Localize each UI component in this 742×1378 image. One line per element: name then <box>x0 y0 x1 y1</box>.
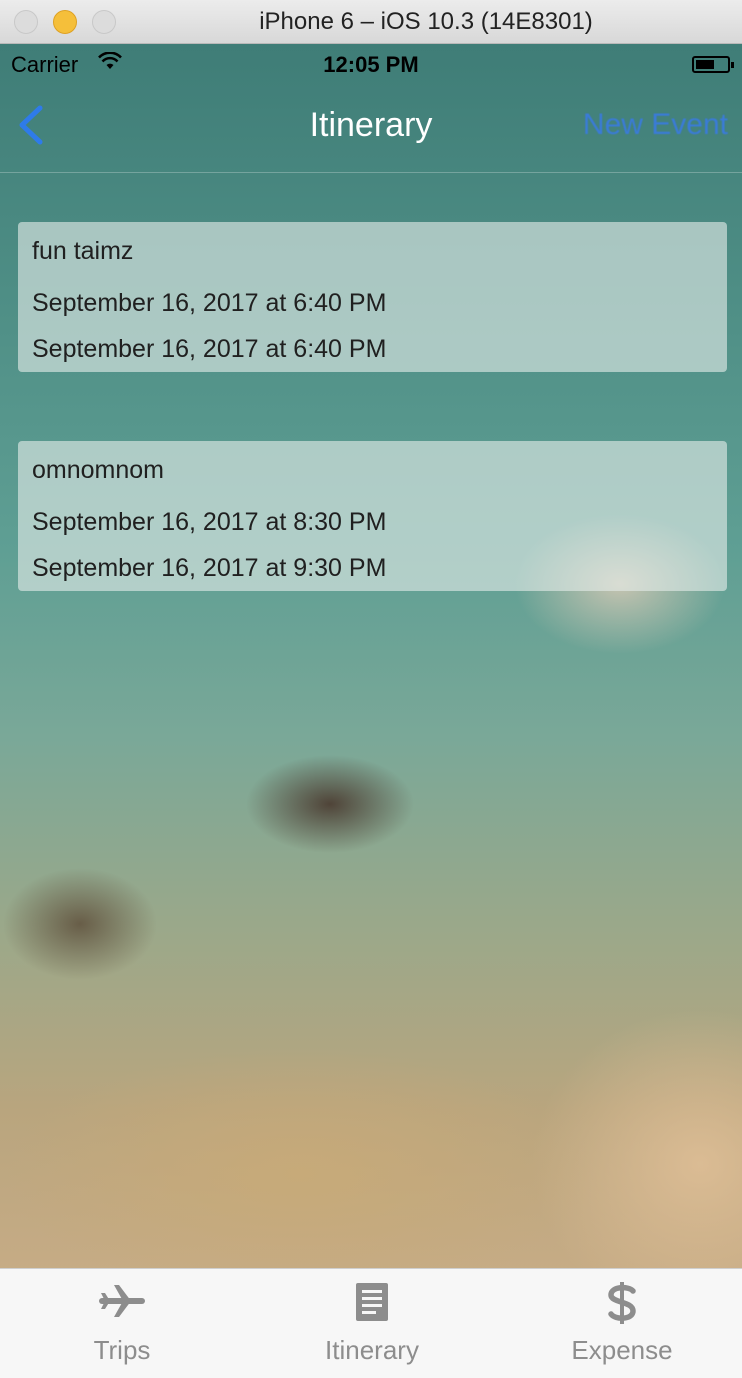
tab-label: Trips <box>93 1335 151 1365</box>
new-event-button[interactable]: New Event <box>583 108 728 142</box>
tab-bar: Trips Itinerary Expense <box>0 1268 742 1378</box>
tab-label: Itinerary <box>325 1335 419 1365</box>
document-icon <box>272 1281 472 1331</box>
event-card[interactable]: fun taimz September 16, 2017 at 6:40 PM … <box>18 222 727 372</box>
minimize-window-button[interactable] <box>53 10 77 34</box>
airplane-icon <box>22 1281 222 1331</box>
event-name: fun taimz <box>32 237 134 265</box>
event-card[interactable]: omnomnom September 16, 2017 at 8:30 PM S… <box>18 441 727 591</box>
tab-itinerary[interactable]: Itinerary <box>272 1269 472 1378</box>
phone-screen: Carrier 12:05 PM Itinerary New Event fun… <box>0 44 742 1378</box>
event-start-time: September 16, 2017 at 8:30 PM <box>32 508 387 536</box>
tab-label: Expense <box>571 1335 673 1365</box>
simulator-title-bar: iPhone 6 – iOS 10.3 (14E8301) <box>0 0 742 44</box>
event-end-time: September 16, 2017 at 9:30 PM <box>32 554 387 582</box>
event-end-time: September 16, 2017 at 6:40 PM <box>32 335 387 363</box>
tab-expense[interactable]: Expense <box>522 1269 722 1378</box>
navigation-bar: Itinerary New Event <box>0 44 742 173</box>
event-name: omnomnom <box>32 456 164 484</box>
dollar-icon <box>522 1281 722 1331</box>
close-window-button[interactable] <box>14 10 38 34</box>
window-title: iPhone 6 – iOS 10.3 (14E8301) <box>259 8 593 35</box>
zoom-window-button[interactable] <box>92 10 116 34</box>
tab-trips[interactable]: Trips <box>22 1269 222 1378</box>
event-start-time: September 16, 2017 at 6:40 PM <box>32 289 387 317</box>
